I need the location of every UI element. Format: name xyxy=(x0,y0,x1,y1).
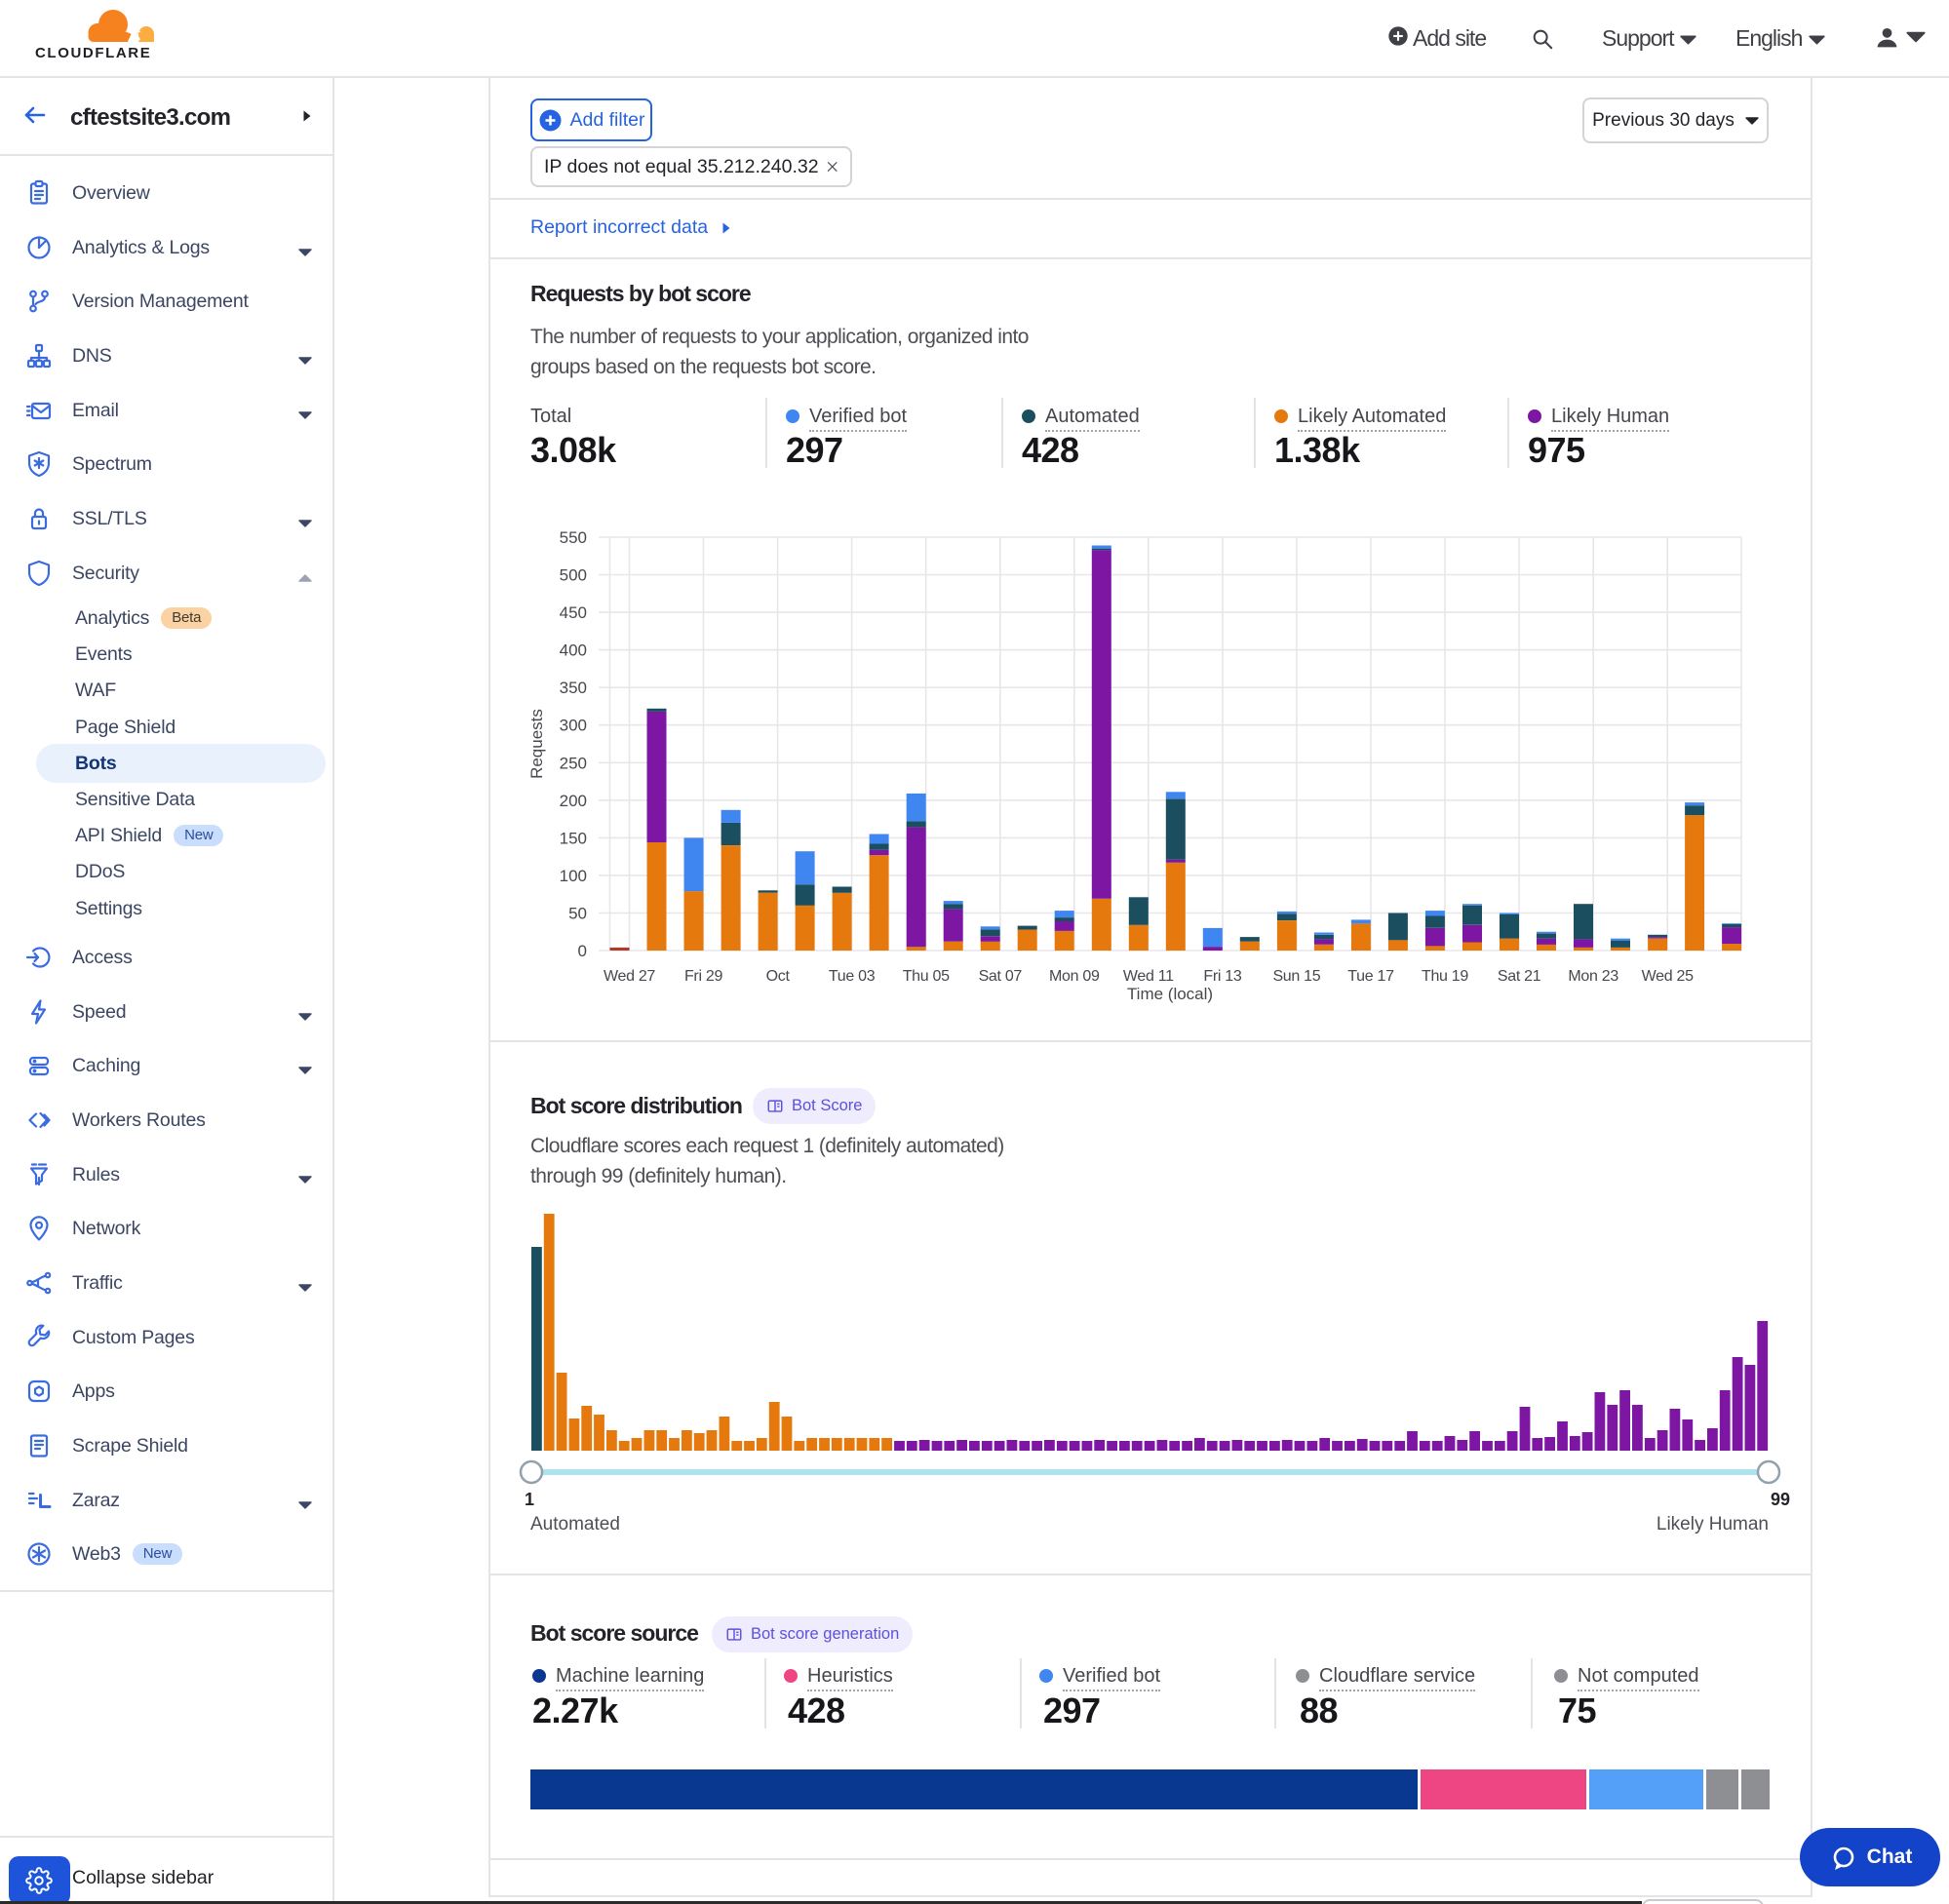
svg-text:250: 250 xyxy=(560,754,587,772)
svg-text:500: 500 xyxy=(560,566,587,585)
svg-text:Sat 21: Sat 21 xyxy=(1498,968,1541,985)
svg-text:Sat 07: Sat 07 xyxy=(979,968,1023,985)
svg-text:300: 300 xyxy=(560,717,587,735)
svg-text:Tue 03: Tue 03 xyxy=(829,968,876,985)
svg-text:150: 150 xyxy=(560,829,587,847)
svg-text:Tue 17: Tue 17 xyxy=(1347,968,1394,985)
svg-text:400: 400 xyxy=(560,641,587,660)
svg-text:Wed 25: Wed 25 xyxy=(1642,968,1694,985)
svg-text:Mon 09: Mon 09 xyxy=(1049,968,1100,985)
svg-text:Thu 19: Thu 19 xyxy=(1422,968,1468,985)
svg-text:Sun 15: Sun 15 xyxy=(1272,968,1320,985)
svg-text:Wed 27: Wed 27 xyxy=(604,968,655,985)
svg-text:100: 100 xyxy=(560,867,587,885)
svg-text:Mon 23: Mon 23 xyxy=(1568,968,1618,985)
svg-text:Thu 05: Thu 05 xyxy=(903,968,950,985)
svg-text:450: 450 xyxy=(560,603,587,622)
svg-text:550: 550 xyxy=(560,528,587,547)
svg-text:Oct: Oct xyxy=(766,968,791,985)
svg-text:Wed 11: Wed 11 xyxy=(1123,968,1174,985)
svg-text:Fri 13: Fri 13 xyxy=(1203,968,1242,985)
svg-text:Time (local): Time (local) xyxy=(1127,985,1213,1003)
svg-text:Requests: Requests xyxy=(527,709,546,779)
svg-text:0: 0 xyxy=(578,942,587,960)
svg-text:Fri 29: Fri 29 xyxy=(684,968,723,985)
svg-text:200: 200 xyxy=(560,792,587,810)
svg-text:50: 50 xyxy=(568,905,587,923)
svg-text:350: 350 xyxy=(560,679,587,697)
